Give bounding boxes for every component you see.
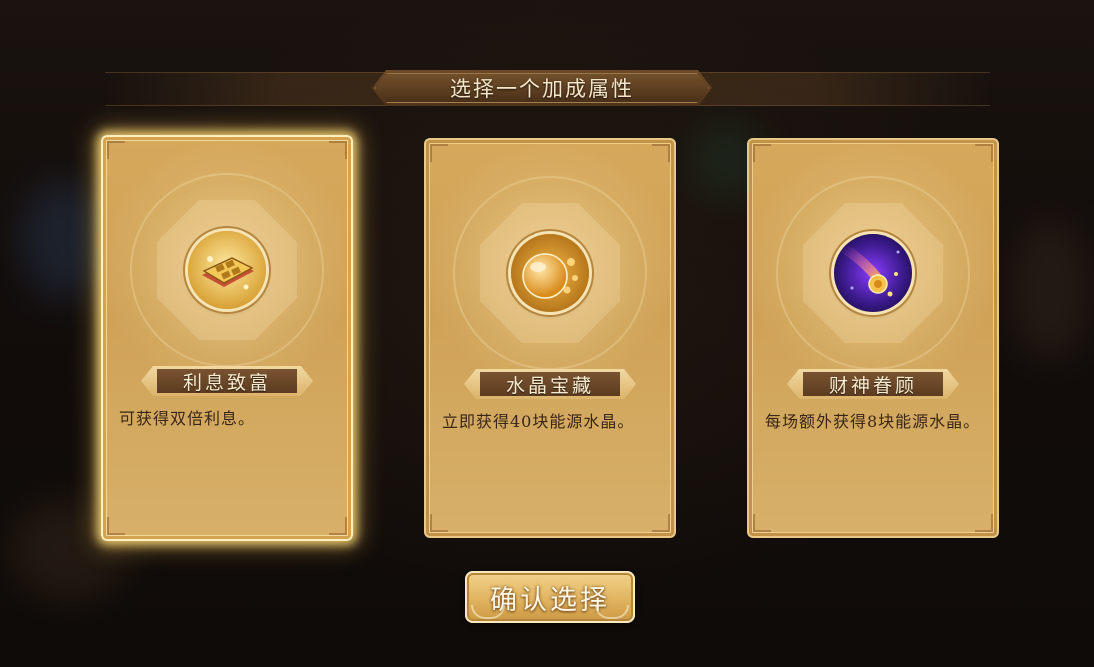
card-name: 利息致富 xyxy=(182,371,271,394)
card-corner xyxy=(430,144,448,162)
card-corner xyxy=(975,514,993,532)
cosmic-comet-coin-icon xyxy=(834,234,912,312)
background-blur xyxy=(1010,220,1090,360)
card-name: 水晶宝藏 xyxy=(505,374,594,397)
card-name-plate: 财神眷顾 xyxy=(787,369,959,399)
card-corner xyxy=(652,514,670,532)
card-corner xyxy=(753,514,771,532)
background-blur xyxy=(20,180,110,300)
card-corner xyxy=(107,517,125,535)
page-title: 选择一个加成属性 xyxy=(450,77,634,101)
amber-crystal-orb-icon xyxy=(511,234,589,312)
card-name-plate: 水晶宝藏 xyxy=(464,369,636,399)
card-description: 可获得双倍利息。 xyxy=(119,409,256,428)
card-corner xyxy=(329,517,347,535)
card-corner xyxy=(753,144,771,162)
button-ornament xyxy=(471,605,505,619)
button-ornament xyxy=(595,605,629,619)
attribute-select-screen: 选择一个加成属性 利息致富 可获得双倍利息。 水晶宝藏 立即获得40块能源水晶。… xyxy=(0,0,1094,667)
card-corner xyxy=(107,141,125,159)
title-plate: 选择一个加成属性 xyxy=(372,70,712,106)
card-corner xyxy=(652,144,670,162)
card-name-plate: 利息致富 xyxy=(141,366,313,396)
card-description: 立即获得40块能源水晶。 xyxy=(442,412,635,431)
card-description: 每场额外获得8块能源水晶。 xyxy=(765,412,981,431)
bonus-card-fortune[interactable]: 财神眷顾 每场额外获得8块能源水晶。 xyxy=(747,138,999,538)
card-corner xyxy=(430,514,448,532)
gold-ledger-icon xyxy=(188,231,266,309)
card-name: 财神眷顾 xyxy=(828,374,917,397)
bonus-card-interest[interactable]: 利息致富 可获得双倍利息。 xyxy=(101,135,353,541)
card-corner xyxy=(975,144,993,162)
confirm-selection-button[interactable]: 确认选择 xyxy=(465,571,635,623)
card-corner xyxy=(329,141,347,159)
bonus-card-crystal[interactable]: 水晶宝藏 立即获得40块能源水晶。 xyxy=(424,138,676,538)
confirm-selection-label: 确认选择 xyxy=(490,584,610,616)
